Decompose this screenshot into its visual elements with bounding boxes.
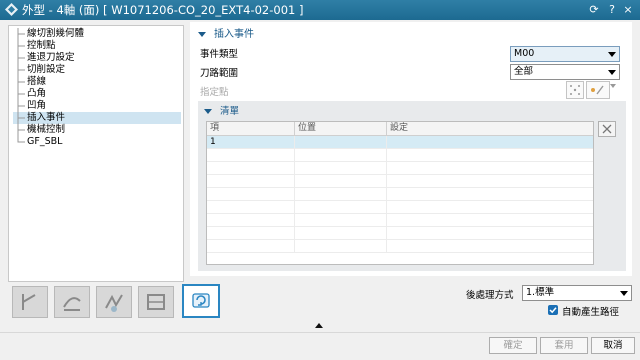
chevron-down-icon[interactable] [617,286,631,300]
cell-setting [387,136,593,148]
window-title: 外型 - 4軸 (面) [ W1071206-CO_20_EXT4-02-001… [22,3,304,17]
table-row [207,227,593,240]
tree-connector-icon [17,100,25,112]
table-row [207,240,593,253]
event-table: 項 位置 設定 1 [206,121,594,265]
apply-button[interactable]: 套用 [540,337,588,354]
tree-item-label: 進退刀設定 [27,52,75,63]
generate-icon [192,293,210,308]
title-bar: 外型 - 4軸 (面) [ W1071206-CO_20_EXT4-02-001… [0,0,640,20]
tree-connector-icon [17,136,25,143]
event-type-select[interactable]: M00 [510,46,620,62]
table-row [207,175,593,188]
tree-item-label: 機械控制 [27,124,66,135]
tree-item[interactable]: 凸角 [13,88,181,100]
column-header-position[interactable]: 位置 [295,122,387,135]
point-dialog-icon[interactable] [566,81,584,99]
tree-item[interactable]: 切削設定 [13,64,181,76]
column-header-item[interactable]: 項 [207,122,295,135]
ok-button[interactable]: 確定 [489,337,537,354]
tool-icon-1 [22,294,36,310]
collapse-arrow-icon [204,109,212,114]
reset-icon[interactable]: ⟳ [588,3,600,16]
section-header[interactable]: 插入事件 [198,25,254,40]
postprocess-label: 後處理方式 [466,290,514,301]
tree-item[interactable]: 凹角 [13,100,181,112]
cell-item: 1 [207,136,295,148]
delete-icon [602,124,612,134]
tree-item-label: 線切割幾何體 [27,28,85,39]
specify-point-label: 指定點 [200,87,229,98]
tree-item-label: 凹角 [27,100,47,111]
table-row[interactable]: 1 [207,136,593,149]
auto-generate-checkbox[interactable] [548,305,558,315]
point-picker-icon[interactable] [586,81,610,99]
section-title: 插入事件 [214,29,254,40]
tree-item[interactable]: 線切割幾何體 [13,28,181,40]
tree-connector-icon [17,40,25,52]
tool-icon-4 [147,294,165,310]
table-header: 項 位置 設定 [207,122,593,136]
collapse-up-icon[interactable] [315,323,323,328]
delete-row-button[interactable] [598,121,616,137]
list-section-header[interactable]: 清單 [204,103,239,117]
event-type-value: M00 [514,48,535,59]
tree-item-label: 插入事件 [27,112,66,123]
navigation-tree: 線切割幾何體 控制點 進退刀設定 切削設定 搭線 凸角 凹角 插入事件 機械控制… [8,25,184,282]
close-icon[interactable]: × [622,3,634,16]
tree-item-label: 凸角 [27,88,47,99]
table-row [207,214,593,227]
chevron-down-icon[interactable] [605,47,619,61]
cell-position [295,136,387,148]
tool-button-1[interactable] [12,286,48,318]
tree-connector-icon [17,112,25,124]
table-row [207,162,593,175]
tree-connector-icon [17,88,25,100]
auto-generate-label: 自動產生路徑 [562,307,620,318]
generate-button[interactable] [182,284,220,318]
collapse-arrow-icon [198,31,206,37]
tree-connector-icon [17,64,25,76]
tree-connector-icon [17,124,25,136]
tool-button-2[interactable] [54,286,90,318]
tree-item[interactable]: 機械控制 [13,124,181,136]
tree-connector-icon [17,28,25,40]
tool-icon-3 [105,294,123,312]
tree-item[interactable]: GF_SBL [13,136,181,148]
tree-item-label: 切削設定 [27,64,66,75]
app-logo-icon [5,3,18,16]
list-title: 清單 [220,106,240,117]
table-row [207,188,593,201]
tree-item[interactable]: 搭線 [13,76,181,88]
postprocess-select[interactable]: 1.標準 [522,285,632,301]
column-header-setting[interactable]: 設定 [387,122,593,135]
postprocess-value: 1.標準 [526,287,555,298]
tree-item-label: 搭線 [27,76,47,87]
table-row [207,149,593,162]
event-type-label: 事件類型 [200,49,239,60]
tree-item-label: GF_SBL [27,136,63,147]
tree-item-label: 控制點 [27,40,56,51]
path-scope-select[interactable]: 全部 [510,64,620,80]
path-scope-value: 全部 [514,66,534,77]
cancel-button[interactable]: 取消 [591,337,635,354]
tree-connector-icon [17,76,25,88]
tool-button-3[interactable] [96,286,132,318]
tree-item-selected[interactable]: 插入事件 [13,112,181,124]
point-options-chevron-icon[interactable] [610,84,616,88]
tool-button-4[interactable] [138,286,174,318]
tree-item[interactable]: 控制點 [13,40,181,52]
help-icon[interactable]: ? [606,3,618,16]
table-row [207,201,593,214]
check-icon [549,307,557,314]
tree-item[interactable]: 進退刀設定 [13,52,181,64]
tree-connector-icon [17,52,25,64]
path-scope-label: 刀路範圍 [200,68,239,79]
tool-icon-2 [63,297,81,311]
chevron-down-icon[interactable] [605,65,619,79]
